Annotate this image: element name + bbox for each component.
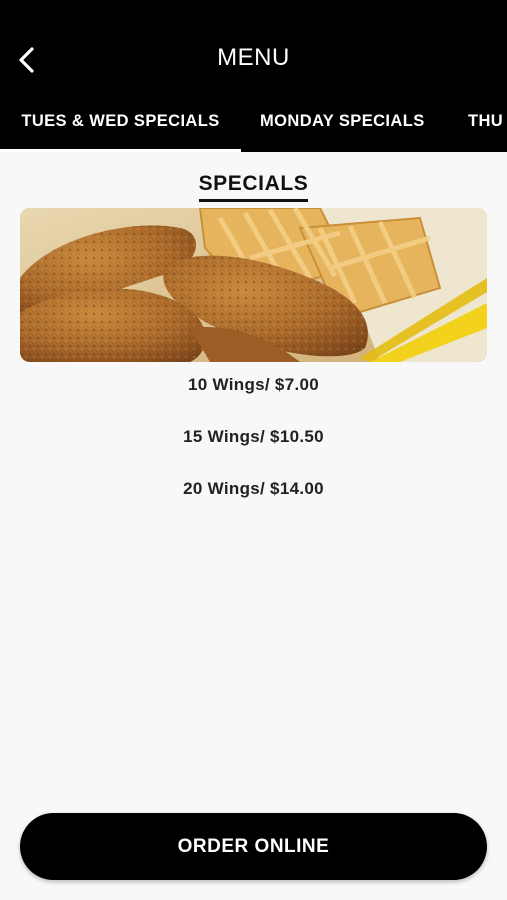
tab-tues-wed-specials[interactable]: TUES & WED SPECIALS [0, 100, 241, 152]
app-screen: MENU TUES & WED SPECIALS MONDAY SPECIALS… [0, 0, 507, 900]
menu-item: 15 Wings/ $10.50 [183, 427, 324, 446]
chicken-tenders-photo [20, 208, 487, 362]
order-online-button[interactable]: ORDER ONLINE [20, 813, 487, 880]
top-bar: MENU [0, 0, 507, 100]
tab-monday-specials[interactable]: MONDAY SPECIALS [260, 100, 425, 152]
section-heading-label: SPECIALS [198, 172, 309, 202]
section-heading: SPECIALS [0, 172, 507, 202]
page-title: MENU [217, 44, 290, 71]
menu-item: 20 Wings/ $14.00 [183, 479, 324, 498]
tab-bar: TUES & WED SPECIALS MONDAY SPECIALS THU [0, 100, 507, 152]
menu-item: 10 Wings/ $7.00 [188, 375, 319, 394]
active-tab-indicator [0, 149, 241, 152]
tab-thursday-specials[interactable]: THU [468, 100, 503, 152]
